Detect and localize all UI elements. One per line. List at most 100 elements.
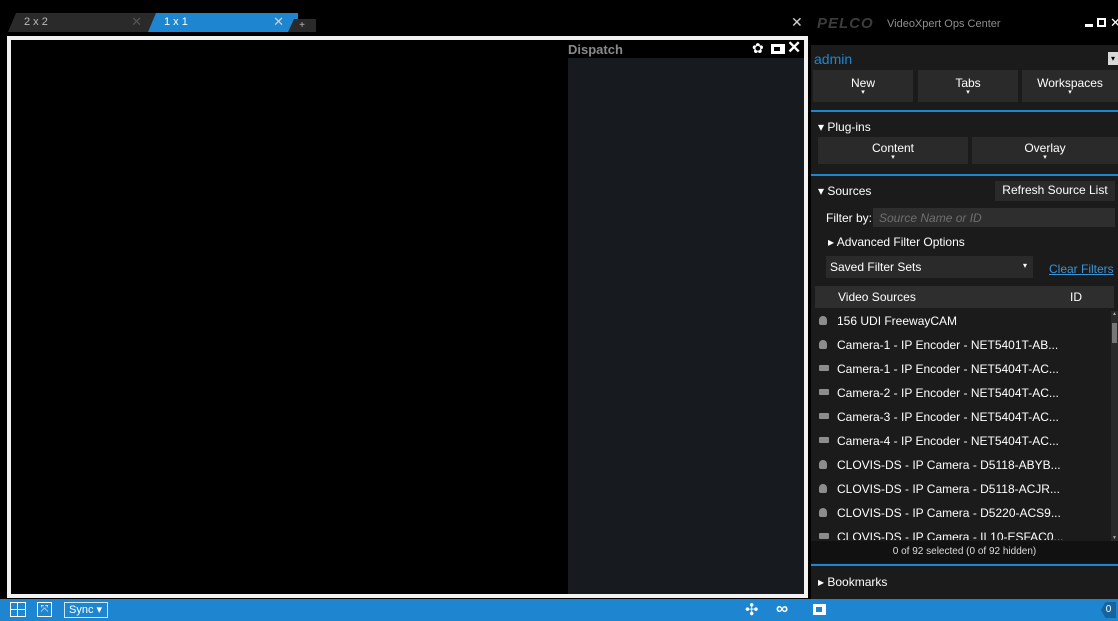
source-list-item[interactable]: CLOVIS-DS - IP Camera - D5220-ACS9... bbox=[813, 500, 1110, 524]
close-workspace-icon[interactable]: ✕ bbox=[791, 14, 803, 31]
box-camera-icon bbox=[819, 437, 829, 443]
source-list-item[interactable]: CLOVIS-DS - IP Camera - D5118-ACJR... bbox=[813, 476, 1110, 500]
link-icon[interactable]: ∞ bbox=[776, 599, 788, 619]
tab-close-icon[interactable]: ✕ bbox=[273, 14, 284, 30]
dome-camera-icon bbox=[819, 484, 827, 493]
section-divider bbox=[811, 174, 1118, 176]
source-name: 156 UDI FreewayCAM bbox=[837, 314, 958, 328]
layout-grid-icon[interactable] bbox=[10, 602, 26, 617]
box-camera-icon bbox=[819, 365, 829, 371]
dome-camera-icon bbox=[819, 340, 827, 349]
dispatch-panel: Dispatch ✿ ✕ bbox=[568, 38, 804, 594]
saved-filter-sets-dropdown[interactable]: Saved Filter Sets ▾ bbox=[826, 256, 1033, 278]
source-list-item[interactable]: CLOVIS-DS - IP Camera - IL10-ESFAC0... bbox=[813, 524, 1110, 540]
detach-panel-icon[interactable] bbox=[771, 44, 785, 54]
source-list-scrollbar[interactable]: ▲ ▼ bbox=[1111, 311, 1118, 541]
gear-icon[interactable]: ✿ bbox=[752, 40, 764, 57]
box-camera-icon bbox=[819, 389, 829, 395]
chevron-down-icon: ▾ bbox=[1022, 261, 1027, 270]
sources-section-toggle[interactable]: ▾ Sources bbox=[818, 184, 871, 198]
tabs-button-label: Tabs bbox=[955, 76, 981, 90]
plugin-icon[interactable]: ✣ bbox=[745, 600, 758, 620]
tab-1x1[interactable]: 1 x 1 ✕ bbox=[148, 13, 298, 32]
chevron-down-icon: ▾ bbox=[966, 89, 970, 96]
bookmarks-section-toggle[interactable]: ▸ Bookmarks bbox=[818, 575, 887, 589]
scroll-up-icon[interactable]: ▲ bbox=[1111, 311, 1118, 317]
alert-count-badge[interactable]: 0 bbox=[1101, 602, 1116, 618]
status-bar: ⤧ Sync ▾ ✣ ∞ 0 bbox=[0, 599, 1118, 621]
source-list-item[interactable]: Camera-1 - IP Encoder - NET5404T-AC... bbox=[813, 356, 1110, 380]
clear-filters-link[interactable]: Clear Filters bbox=[1049, 262, 1114, 276]
user-menu-dropdown[interactable]: ▾ bbox=[1108, 52, 1118, 65]
chevron-down-icon: ▾ bbox=[891, 154, 895, 161]
column-header-id[interactable]: ID bbox=[1070, 290, 1082, 304]
section-divider bbox=[811, 564, 1118, 566]
side-panel: PELCO VideoXpert Ops Center ✕ admin ▾ Ne… bbox=[811, 0, 1118, 599]
tab-close-icon[interactable]: ✕ bbox=[131, 14, 142, 30]
tabs-button[interactable]: Tabs ▾ bbox=[918, 70, 1018, 102]
source-name: CLOVIS-DS - IP Camera - D5220-ACS9... bbox=[837, 506, 1061, 520]
dispatch-title: Dispatch bbox=[568, 42, 623, 57]
source-name: Camera-4 - IP Encoder - NET5404T-AC... bbox=[837, 434, 1059, 448]
source-name: Camera-1 - IP Encoder - NET5401T-AB... bbox=[837, 338, 1059, 352]
source-filter-input[interactable] bbox=[873, 208, 1115, 227]
source-name: Camera-1 - IP Encoder - NET5404T-AC... bbox=[837, 362, 1059, 376]
user-row: admin ▾ bbox=[811, 50, 1118, 68]
sync-dropdown[interactable]: Sync ▾ bbox=[64, 602, 108, 618]
filter-label: Filter by: bbox=[826, 211, 873, 225]
source-name: Camera-2 - IP Encoder - NET5404T-AC... bbox=[837, 386, 1059, 400]
video-viewport: Dispatch ✿ ✕ bbox=[7, 36, 808, 598]
new-button[interactable]: New ▾ bbox=[813, 70, 913, 102]
saved-filter-sets-label: Saved Filter Sets bbox=[830, 260, 922, 274]
window-close-icon[interactable]: ✕ bbox=[1110, 15, 1118, 31]
workspace-tab-strip: 2 x 2 ✕ 1 x 1 ✕ + ✕ bbox=[0, 0, 811, 36]
box-camera-icon bbox=[819, 413, 829, 419]
chevron-down-icon: ▾ bbox=[1068, 89, 1072, 96]
maximize-icon[interactable] bbox=[1097, 18, 1106, 27]
minimize-icon[interactable] bbox=[1085, 24, 1093, 27]
new-button-label: New bbox=[850, 76, 875, 90]
scrollbar-thumb[interactable] bbox=[1112, 323, 1117, 343]
source-list-item[interactable]: Camera-4 - IP Encoder - NET5404T-AC... bbox=[813, 428, 1110, 452]
source-list-item[interactable]: Camera-1 - IP Encoder - NET5401T-AB... bbox=[813, 332, 1110, 356]
advanced-filter-toggle[interactable]: ▸ Advanced Filter Options bbox=[828, 235, 965, 249]
content-button-label: Content bbox=[871, 141, 915, 155]
content-button[interactable]: Content ▾ bbox=[818, 137, 968, 164]
overlay-button-label: Overlay bbox=[1024, 141, 1066, 155]
source-name: CLOVIS-DS - IP Camera - D5118-ABYB... bbox=[837, 458, 1061, 472]
column-header-video-sources[interactable]: Video Sources bbox=[838, 290, 916, 304]
workspaces-button-label: Workspaces bbox=[1037, 76, 1103, 90]
plugins-section-toggle[interactable]: ▾ Plug-ins bbox=[818, 120, 871, 134]
source-list-item[interactable]: 156 UDI FreewayCAM bbox=[813, 308, 1110, 332]
source-list-item[interactable]: Camera-2 - IP Encoder - NET5404T-AC... bbox=[813, 380, 1110, 404]
workspaces-button[interactable]: Workspaces ▾ bbox=[1022, 70, 1118, 102]
chevron-down-icon: ▾ bbox=[1043, 154, 1047, 161]
app-title: VideoXpert Ops Center bbox=[887, 18, 1001, 30]
source-name: Camera-3 - IP Encoder - NET5404T-AC... bbox=[837, 410, 1059, 424]
close-icon[interactable]: ✕ bbox=[787, 38, 801, 58]
dome-camera-icon bbox=[819, 508, 827, 517]
overlay-button[interactable]: Overlay ▾ bbox=[972, 137, 1118, 164]
tab-label: 1 x 1 bbox=[164, 16, 188, 28]
dispatch-header: Dispatch ✿ ✕ bbox=[568, 38, 804, 58]
app-titlebar: PELCO VideoXpert Ops Center ✕ bbox=[811, 0, 1118, 45]
source-name: CLOVIS-DS - IP Camera - IL10-ESFAC0... bbox=[837, 530, 1064, 540]
source-name: CLOVIS-DS - IP Camera - D5118-ACJR... bbox=[837, 482, 1060, 496]
tab-label: 2 x 2 bbox=[24, 16, 48, 28]
source-list-item[interactable]: CLOVIS-DS - IP Camera - D5118-ABYB... bbox=[813, 452, 1110, 476]
tab-2x2[interactable]: 2 x 2 ✕ bbox=[8, 13, 156, 32]
fullscreen-icon[interactable]: ⤧ bbox=[37, 602, 52, 617]
source-list-header: Video Sources ID bbox=[815, 286, 1114, 308]
source-list-item[interactable]: Camera-3 - IP Encoder - NET5404T-AC... bbox=[813, 404, 1110, 428]
chevron-down-icon: ▾ bbox=[861, 89, 865, 96]
selection-status: 0 of 92 selected (0 of 92 hidden) bbox=[811, 541, 1118, 563]
dome-camera-icon bbox=[819, 316, 827, 325]
user-name[interactable]: admin bbox=[814, 51, 852, 67]
refresh-source-list-button[interactable]: Refresh Source List bbox=[995, 181, 1115, 201]
box-camera-icon bbox=[819, 533, 829, 539]
dome-camera-icon bbox=[819, 460, 827, 469]
source-list: 156 UDI FreewayCAM Camera-1 - IP Encoder … bbox=[813, 308, 1110, 540]
detach-window-icon[interactable] bbox=[813, 604, 826, 615]
video-cell[interactable] bbox=[11, 40, 568, 594]
pelco-logo: PELCO bbox=[817, 15, 874, 32]
